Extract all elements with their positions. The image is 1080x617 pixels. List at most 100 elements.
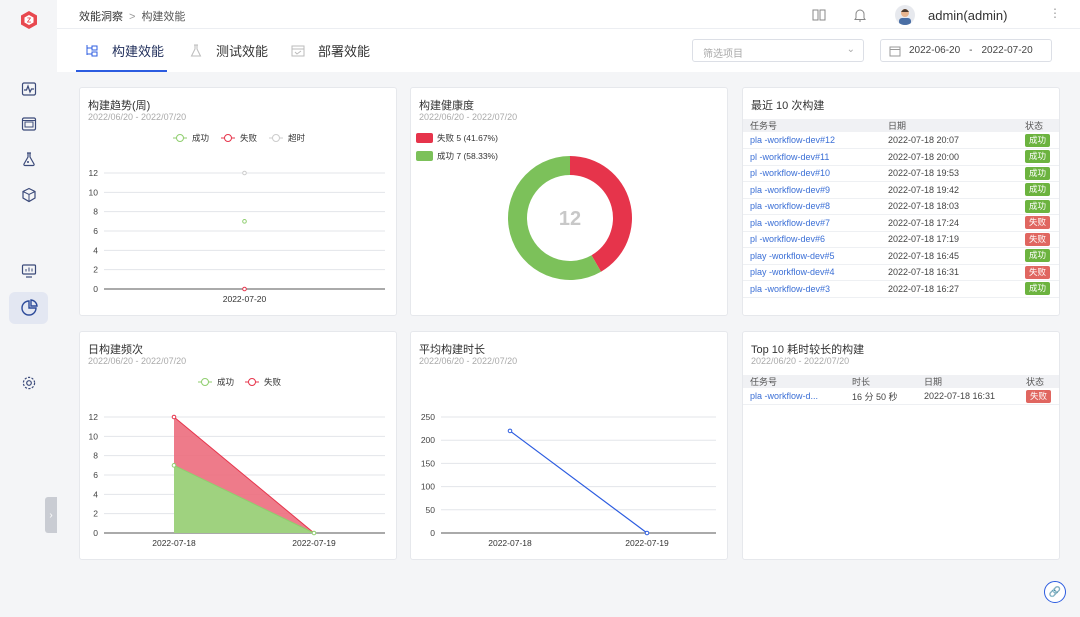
point-成功 bbox=[242, 219, 247, 224]
zadig-logo[interactable]: Z bbox=[19, 10, 39, 30]
job-cell[interactable]: pl -workflow-dev#6 bbox=[743, 231, 881, 248]
table-row[interactable]: pla -workflow-dev#7 2022-07-18 17:24 失败 bbox=[743, 214, 1059, 232]
job-cell[interactable]: pla -workflow-d... bbox=[743, 388, 845, 405]
legend-timeout-marker bbox=[272, 134, 280, 142]
flask-icon bbox=[190, 44, 202, 56]
username: admin(admin) bbox=[928, 7, 1008, 23]
date-separator: - bbox=[969, 45, 973, 56]
tab-test[interactable]: 测试效能 bbox=[189, 29, 268, 72]
status-cell: 成功 bbox=[1018, 198, 1059, 215]
y-tick-label: 0 bbox=[93, 528, 98, 538]
tab-deploy[interactable]: 部署效能 bbox=[291, 29, 370, 72]
job-cell[interactable]: pla -workflow-dev#12 bbox=[743, 132, 881, 149]
job-cell[interactable]: play -workflow-dev#4 bbox=[743, 264, 881, 281]
legend-success-marker bbox=[176, 134, 184, 142]
flask-icon[interactable] bbox=[14, 144, 44, 174]
legend-fail: 失败 bbox=[264, 377, 282, 387]
y-tick-label: 100 bbox=[421, 482, 435, 492]
donut-center-total: 12 bbox=[559, 208, 581, 230]
top10-table: 任务号 时长 日期 状态 pla -workflow-d... 16 分 50 秒… bbox=[743, 375, 1059, 405]
bell-icon[interactable] bbox=[852, 7, 868, 23]
job-cell[interactable]: pla -workflow-dev#7 bbox=[743, 214, 881, 232]
status-cell: 失败 bbox=[1018, 264, 1059, 281]
data-point bbox=[644, 530, 650, 536]
chart-marks[interactable]: 2022-07-18 2022-07-19 bbox=[488, 428, 669, 548]
book-icon[interactable] bbox=[811, 7, 827, 23]
table-row[interactable]: pla -workflow-dev#8 2022-07-18 18:03 成功 bbox=[743, 198, 1059, 215]
status-cell: 成功 bbox=[1018, 280, 1059, 298]
project-filter-select[interactable]: 筛选项目 ⌄ bbox=[692, 39, 864, 62]
table-row[interactable]: pla -workflow-dev#9 2022-07-18 19:42 成功 bbox=[743, 181, 1059, 199]
table-row[interactable]: pl -workflow-dev#11 2022-07-18 20:00 成功 bbox=[743, 148, 1059, 166]
cube-icon[interactable] bbox=[14, 180, 44, 210]
table-row[interactable]: play -workflow-dev#5 2022-07-18 16:45 成功 bbox=[743, 247, 1059, 265]
job-cell[interactable]: pl -workflow-dev#10 bbox=[743, 165, 881, 182]
col-header-duration: 时长 bbox=[845, 375, 917, 388]
table-row[interactable]: pl -workflow-dev#6 2022-07-18 17:19 失败 bbox=[743, 231, 1059, 248]
top10-body: pla -workflow-d... 16 分 50 秒 2022-07-18 16… bbox=[743, 388, 1059, 405]
date-range-picker[interactable]: 2022-06-20 - 2022-07-20 bbox=[880, 39, 1052, 62]
chart-legend[interactable]: 成功 失败 超时 bbox=[173, 133, 306, 143]
date-end: 2022-07-20 bbox=[981, 45, 1033, 56]
legend-fail-marker bbox=[248, 378, 256, 386]
table-row[interactable]: play -workflow-dev#4 2022-07-18 16:31 失败 bbox=[743, 264, 1059, 281]
status-badge: 成功 bbox=[1025, 199, 1050, 213]
insight-tabs-bar: 构建效能 测试效能 部署效能 筛选项目 ⌄ 2022-06-20 - 2022-… bbox=[57, 29, 1080, 72]
insight-pie-icon[interactable] bbox=[9, 292, 48, 324]
card-subtitle: 2022/06/20 - 2022/07/20 bbox=[751, 356, 850, 366]
col-header-job: 任务号 bbox=[743, 375, 845, 388]
legend-fail: 失败 bbox=[240, 133, 258, 143]
status-badge: 失败 bbox=[1025, 265, 1050, 279]
date-cell: 2022-07-18 16:45 bbox=[881, 247, 1018, 265]
pulse-icon[interactable] bbox=[14, 74, 44, 104]
settings-icon[interactable] bbox=[14, 368, 44, 398]
breadcrumb: 效能洞察 > 构建效能 bbox=[79, 8, 185, 24]
col-header-status: 状态 bbox=[1018, 119, 1059, 132]
date-cell: 2022-07-18 20:00 bbox=[881, 148, 1018, 166]
user-menu[interactable]: admin(admin) bbox=[895, 5, 1007, 25]
breadcrumb-parent[interactable]: 效能洞察 bbox=[79, 11, 123, 23]
y-tick-label: 0 bbox=[430, 528, 435, 538]
legend-timeout: 超时 bbox=[288, 133, 306, 143]
legend-success-marker bbox=[201, 378, 209, 386]
table-row[interactable]: pl -workflow-dev#10 2022-07-18 19:53 成功 bbox=[743, 165, 1059, 182]
legend-fail-swatch bbox=[416, 133, 433, 143]
job-cell[interactable]: pla -workflow-dev#3 bbox=[743, 280, 881, 298]
more-vertical-icon[interactable]: ⋮ bbox=[1049, 6, 1061, 20]
job-cell[interactable]: pl -workflow-dev#11 bbox=[743, 148, 881, 166]
table-row[interactable]: pla -workflow-dev#3 2022-07-18 16:27 成功 bbox=[743, 280, 1059, 298]
job-cell[interactable]: play -workflow-dev#5 bbox=[743, 247, 881, 265]
recent-builds-table: 任务号 日期 状态 pla -workflow-dev#12 2022-07-18… bbox=[743, 119, 1059, 298]
chart-legend[interactable]: 成功 失败 bbox=[198, 377, 282, 387]
legend-success: 成功 7 (58.33%) bbox=[437, 151, 498, 161]
sidebar-collapse-handle[interactable]: › bbox=[45, 497, 57, 533]
y-tick-label: 10 bbox=[89, 187, 99, 197]
breadcrumb-current: 构建效能 bbox=[141, 11, 186, 23]
status-cell: 失败 bbox=[1018, 214, 1059, 232]
product-icon[interactable] bbox=[14, 109, 44, 139]
avatar bbox=[895, 5, 915, 25]
deploy-icon bbox=[291, 45, 305, 56]
status-badge: 成功 bbox=[1025, 183, 1050, 197]
chevron-down-icon: ⌄ bbox=[846, 44, 855, 55]
job-cell[interactable]: pla -workflow-dev#9 bbox=[743, 181, 881, 199]
chart-marks[interactable]: 2022-07-20 bbox=[223, 170, 267, 304]
tab-build[interactable]: 构建效能 bbox=[85, 29, 164, 72]
date-cell: 2022-07-18 18:03 bbox=[881, 198, 1018, 215]
card-build-trend: 构建趋势(周) 2022/06/20 - 2022/07/20 成功 失败 超时… bbox=[79, 87, 397, 316]
y-tick-label: 50 bbox=[426, 505, 436, 515]
table-row[interactable]: pla -workflow-dev#12 2022-07-18 20:07 成功 bbox=[743, 132, 1059, 149]
monitor-icon[interactable] bbox=[14, 256, 44, 286]
status-cell: 成功 bbox=[1018, 247, 1059, 265]
job-cell[interactable]: pla -workflow-dev#8 bbox=[743, 198, 881, 215]
table-row[interactable]: pla -workflow-d... 16 分 50 秒 2022-07-18 16… bbox=[743, 388, 1059, 405]
status-cell: 成功 bbox=[1018, 181, 1059, 199]
card-title: 最近 10 次构建 bbox=[751, 100, 825, 112]
legend-fail: 失败 5 (41.67%) bbox=[437, 133, 498, 143]
table-header-row: 任务号 时长 日期 状态 bbox=[743, 375, 1059, 388]
link-icon[interactable]: 🔗 bbox=[1044, 581, 1066, 603]
date-cell: 2022-07-18 19:42 bbox=[881, 181, 1018, 199]
chart-marks[interactable]: 2022-07-18 2022-07-19 bbox=[152, 414, 336, 548]
build-trend-chart: 成功 失败 超时 0 2 4 6 8 10 12 2022-07-20 bbox=[89, 133, 385, 304]
breadcrumb-separator: > bbox=[129, 11, 136, 23]
